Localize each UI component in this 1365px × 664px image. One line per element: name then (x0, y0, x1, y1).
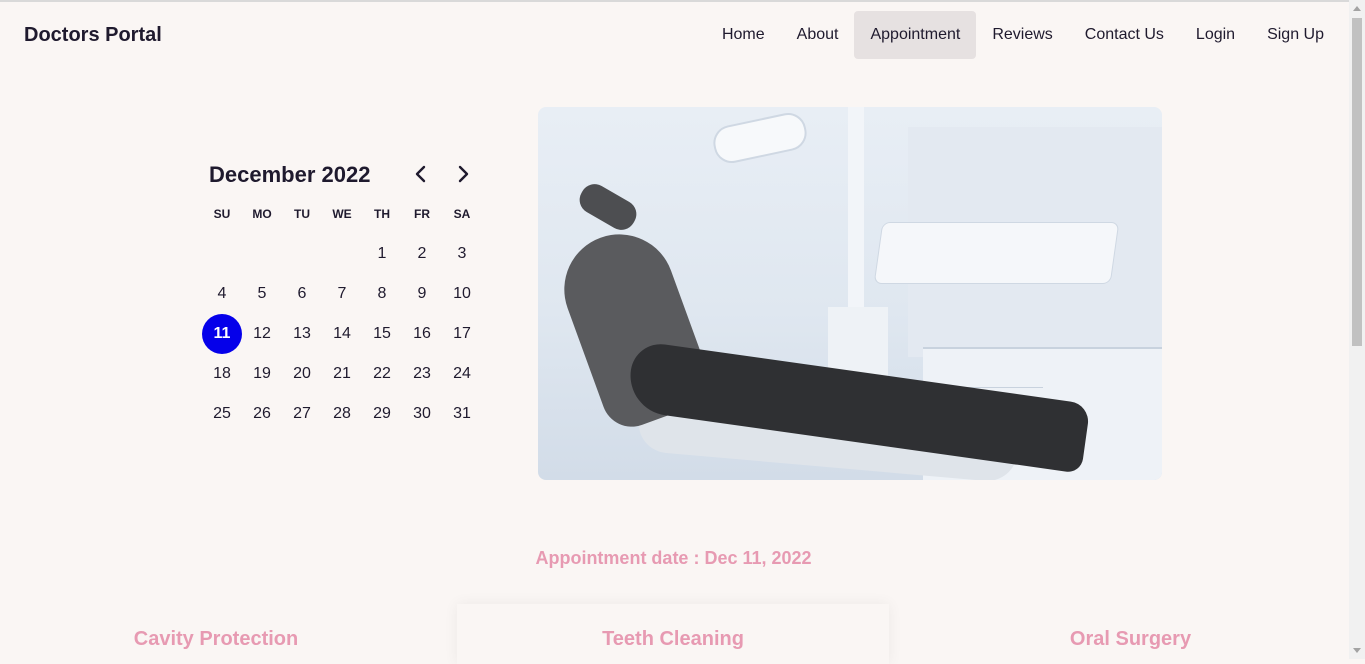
calendar-day[interactable]: 21 (322, 354, 362, 394)
service-card[interactable]: Cavity Protection (0, 604, 432, 664)
calendar-day[interactable]: 26 (242, 394, 282, 434)
calendar-day[interactable]: 27 (282, 394, 322, 434)
calendar-day[interactable]: 23 (402, 354, 442, 394)
calendar-day[interactable]: 20 (282, 354, 322, 394)
image-chair-headrest (574, 179, 642, 235)
calendar-day[interactable]: 1 (362, 234, 402, 274)
calendar-day[interactable]: 18 (202, 354, 242, 394)
calendar-day-empty (242, 234, 282, 274)
calendar-day[interactable]: 24 (442, 354, 482, 394)
weekday-header: MO (252, 207, 272, 221)
nav-sign-up[interactable]: Sign Up (1251, 11, 1340, 59)
calendar-day[interactable]: 5 (242, 274, 282, 314)
scroll-down-arrow-icon[interactable] (1353, 648, 1361, 653)
calendar-day[interactable]: 2 (402, 234, 442, 274)
nav-home[interactable]: Home (706, 11, 781, 59)
calendar-day-empty (202, 234, 242, 274)
calendar-day[interactable]: 19 (242, 354, 282, 394)
calendar-day[interactable]: 3 (442, 234, 482, 274)
calendar-day[interactable]: 17 (442, 314, 482, 354)
weekday-header: WE (332, 207, 352, 221)
calendar-day[interactable]: 25 (202, 394, 242, 434)
nav-contact-us[interactable]: Contact Us (1069, 11, 1180, 59)
calendar-day-empty (322, 234, 362, 274)
weekday-header: SA (453, 207, 471, 221)
calendar-day[interactable]: 6 (282, 274, 322, 314)
calendar-grid: SU MO TU WE TH FR SA 1 2 3 4 5 6 7 8 9 1… (202, 194, 482, 434)
nav-appointment[interactable]: Appointment (854, 11, 977, 59)
calendar-month-label: December 2022 (209, 162, 371, 187)
nav-reviews[interactable]: Reviews (976, 11, 1068, 59)
image-lamp-arm (848, 107, 864, 337)
calendar-day[interactable]: 7 (322, 274, 362, 314)
calendar-day[interactable]: 13 (282, 314, 322, 354)
calendar-day[interactable]: 28 (322, 394, 362, 434)
calendar-day[interactable]: 22 (362, 354, 402, 394)
calendar-day[interactable]: 15 (362, 314, 402, 354)
nav-login[interactable]: Login (1180, 11, 1251, 59)
main-nav: Home About Appointment Reviews Contact U… (706, 11, 1340, 59)
scroll-up-arrow-icon[interactable] (1353, 6, 1361, 11)
calendar-day[interactable]: 8 (362, 274, 402, 314)
calendar-day[interactable]: 9 (402, 274, 442, 314)
calendar-day[interactable]: 14 (322, 314, 362, 354)
scrollbar-thumb[interactable] (1352, 18, 1362, 346)
page-scrollbar[interactable] (1349, 0, 1365, 659)
calendar-day-selected[interactable]: 11 (202, 314, 242, 354)
calendar-day[interactable]: 16 (402, 314, 442, 354)
selected-day-label: 11 (202, 314, 242, 354)
chevron-left-icon (415, 165, 426, 183)
appointment-date-label: Appointment date : Dec 11, 2022 (535, 548, 812, 568)
nav-about[interactable]: About (781, 11, 855, 59)
top-border (0, 0, 1365, 2)
service-card[interactable]: Oral Surgery (914, 604, 1347, 664)
weekday-header: FR (414, 207, 430, 221)
calendar-day-empty (282, 234, 322, 274)
chevron-right-icon (458, 165, 469, 183)
weekday-header: SU (213, 207, 231, 221)
calendar-day[interactable]: 30 (402, 394, 442, 434)
weekday-header: TH (374, 207, 390, 221)
image-instrument-tray (873, 222, 1120, 284)
image-lamp (710, 109, 810, 167)
service-card[interactable]: Teeth Cleaning (457, 604, 889, 664)
calendar-day[interactable]: 29 (362, 394, 402, 434)
brand-logo[interactable]: Doctors Portal (24, 24, 162, 47)
previous-month-button[interactable] (408, 160, 434, 188)
calendar-day[interactable]: 12 (242, 314, 282, 354)
dental-chair-image (538, 107, 1162, 480)
weekday-header: TU (294, 207, 310, 221)
calendar-day[interactable]: 10 (442, 274, 482, 314)
calendar-day[interactable]: 4 (202, 274, 242, 314)
calendar-day[interactable]: 31 (442, 394, 482, 434)
next-month-button[interactable] (450, 160, 476, 188)
